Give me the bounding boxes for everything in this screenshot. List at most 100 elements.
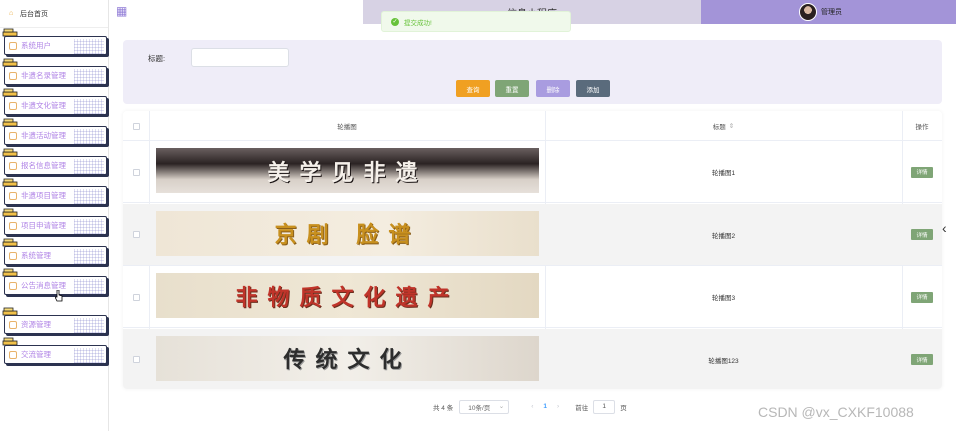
row-select-cell <box>123 141 149 203</box>
menu-item-icon <box>9 41 17 50</box>
success-toast: ✓ 提交成功! <box>381 11 571 32</box>
menu-item-icon <box>9 161 17 170</box>
menu-item-icon <box>9 131 17 140</box>
sidebar-item[interactable]: 系统管理 <box>4 246 107 265</box>
page-size-value: 10条/页 <box>468 404 491 412</box>
sidebar-item[interactable]: 非遗文化管理 <box>4 96 107 115</box>
page-unit: 页 <box>620 404 627 412</box>
banner-text: 京剧 脸谱 <box>274 222 421 248</box>
grid-decoration <box>74 129 104 144</box>
sidebar-item[interactable]: 交流管理 <box>4 345 107 364</box>
table-row[interactable]: 京剧 脸谱 轮播图2 详情 <box>123 203 942 266</box>
row-checkbox[interactable] <box>132 231 140 238</box>
sidebar-item-label: 非遗文化管理 <box>21 101 66 110</box>
row-select-cell <box>123 329 149 390</box>
menu-item-icon <box>9 191 17 200</box>
sidebar: ⌂ 后台首页 系统用户非遗名录管理 非遗文化管理非遗活动管理报名信息管理非遗项目管… <box>0 0 109 431</box>
username: 管理员 <box>821 9 842 16</box>
table-row[interactable]: 传统文化 轮播图123 详情 <box>123 328 942 390</box>
detail-button[interactable]: 详情 <box>911 166 933 178</box>
home-icon: ⌂ <box>9 10 14 17</box>
grid-decoration <box>74 219 104 234</box>
menu-item-icon <box>9 320 17 329</box>
delete-button[interactable]: 删除 <box>536 80 570 97</box>
add-button[interactable]: 添加 <box>576 80 610 97</box>
grid-decoration <box>74 318 104 333</box>
sidebar-item-label: 报名信息管理 <box>21 161 66 170</box>
title-cell: 轮播图3 <box>545 266 902 328</box>
sidebar-item-label: 交流管理 <box>21 350 51 359</box>
grid-decoration <box>74 69 104 84</box>
row-title: 轮播图2 <box>711 232 736 240</box>
title-search-input[interactable] <box>191 48 289 67</box>
menu-item-icon <box>9 101 17 110</box>
avatar[interactable] <box>799 3 817 21</box>
sidebar-item-label: 系统管理 <box>21 251 51 260</box>
sidebar-home[interactable]: ⌂ 后台首页 <box>0 0 108 28</box>
detail-button[interactable]: 详情 <box>911 291 933 303</box>
row-checkbox[interactable] <box>132 356 140 363</box>
menu-grid-icon[interactable]: ▦ <box>116 5 128 17</box>
goto-page-value: 1 <box>602 403 607 410</box>
action-cell: 详情 <box>902 329 942 390</box>
detail-button[interactable]: 详情 <box>911 229 933 240</box>
carousel-table: 轮播图 标题 ⇕ 操作 美学见非遗 轮播图1 详情 京剧 脸谱 轮播图2 详情 非物质文化遗… <box>123 111 942 389</box>
action-cell: 详情 <box>902 141 942 203</box>
title-cell: 轮播图1 <box>545 141 902 203</box>
sidebar-item-label: 项目申请管理 <box>21 221 66 230</box>
carousel-image: 非物质文化遗产 <box>156 273 539 318</box>
header-image: 轮播图 <box>149 111 545 141</box>
action-cell: 详情 <box>902 266 942 328</box>
goto-page-input[interactable]: 1 <box>593 399 616 414</box>
chevron-left-icon[interactable]: ‹ <box>942 219 954 237</box>
query-button[interactable]: 查询 <box>456 80 490 97</box>
page-number[interactable]: 1 <box>543 403 547 410</box>
table-header: 轮播图 标题 ⇕ 操作 <box>123 111 942 141</box>
row-select-cell <box>123 204 149 266</box>
sidebar-home-label: 后台首页 <box>20 10 48 18</box>
page-size-select[interactable]: 10条/页 <box>459 399 510 414</box>
grid-decoration <box>74 348 104 363</box>
row-title: 轮播图123 <box>708 357 739 365</box>
pagination: 共 4 条 10条/页 ‹ 1 › 前往 1 页 <box>433 399 627 414</box>
sort-caret-icon[interactable]: ⇕ <box>729 122 734 130</box>
action-cell: 详情 <box>902 204 942 266</box>
header-title[interactable]: 标题 ⇕ <box>545 111 902 141</box>
sidebar-item[interactable]: 非遗项目管理 <box>4 186 107 205</box>
hand-cursor-icon <box>55 290 63 302</box>
row-checkbox[interactable] <box>132 168 140 176</box>
goto-label: 前往 <box>575 404 589 412</box>
sidebar-item[interactable]: 非遗名录管理 <box>4 66 107 85</box>
select-all-checkbox[interactable] <box>132 122 140 130</box>
user-area[interactable]: 管理员 <box>701 0 956 24</box>
search-panel: 标题: 查询 重置 删除 添加 <box>123 40 942 104</box>
sidebar-item-label: 资源管理 <box>21 320 51 329</box>
detail-button[interactable]: 详情 <box>911 354 933 365</box>
sidebar-item[interactable]: 资源管理 <box>4 315 107 334</box>
header-action-label: 操作 <box>915 124 929 131</box>
sidebar-item-label: 非遗名录管理 <box>21 71 66 80</box>
sidebar-item[interactable]: 项目申请管理 <box>4 216 107 235</box>
row-select-cell <box>123 266 149 328</box>
select-all-cell <box>123 111 149 141</box>
grid-decoration <box>74 249 104 264</box>
total-count: 共 4 条 <box>433 404 454 412</box>
reset-button[interactable]: 重置 <box>495 80 529 97</box>
watermark: CSDN @vx_CXKF10088 <box>758 404 914 420</box>
row-title: 轮播图1 <box>711 170 736 177</box>
sidebar-item[interactable]: 非遗活动管理 <box>4 126 107 145</box>
banner-text: 美学见非遗 <box>267 159 428 186</box>
carousel-image: 传统文化 <box>156 335 539 381</box>
grid-decoration <box>74 189 104 204</box>
next-page-icon[interactable]: › <box>557 403 559 410</box>
prev-page-icon[interactable]: ‹ <box>531 403 533 410</box>
sidebar-item[interactable]: 系统用户 <box>4 36 107 55</box>
table-row[interactable]: 非物质文化遗产 轮播图3 详情 <box>123 266 942 328</box>
grid-decoration <box>74 159 104 174</box>
table-row[interactable]: 美学见非遗 轮播图1 详情 <box>123 141 942 203</box>
sidebar-item[interactable]: 报名信息管理 <box>4 156 107 175</box>
row-checkbox[interactable] <box>132 293 140 301</box>
grid-decoration <box>74 279 104 294</box>
header-title-label: 标题 <box>712 124 726 131</box>
toast-message: 提交成功! <box>404 19 432 27</box>
